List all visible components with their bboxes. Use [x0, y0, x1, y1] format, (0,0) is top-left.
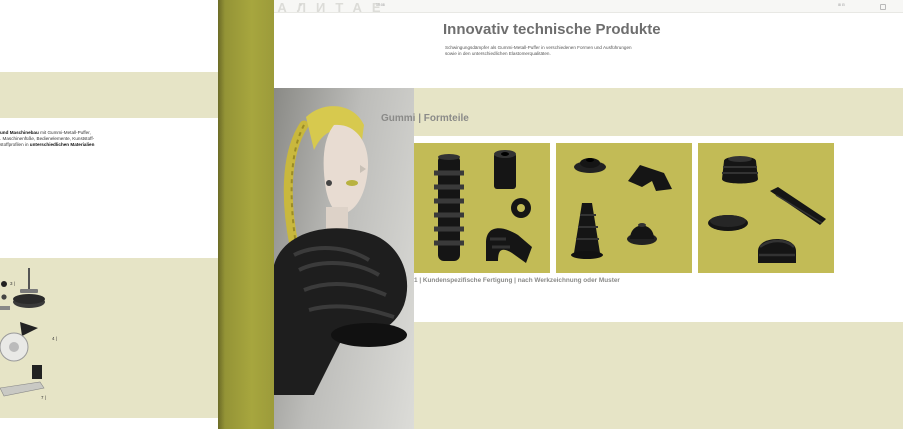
toolbar-left-marker[interactable]: ○: [300, 3, 302, 7]
ghost-watermark-text: ПАЛИТАЕ: [258, 0, 391, 15]
left-line-1-bold: und Maschinebau: [0, 130, 39, 135]
left-beige-band: [0, 72, 218, 118]
product-tile-2[interactable]: [556, 143, 692, 273]
product-tile-1[interactable]: [414, 143, 550, 273]
profile-part-icon: [770, 187, 826, 225]
product-tile-2-image: [571, 158, 672, 259]
toolbar-window-icons[interactable]: ⊞ ⊟: [838, 3, 845, 7]
model-portrait-image: [274, 106, 408, 395]
subtitle-line-2: sowie in den unterschiedlichen Elastomer…: [445, 51, 551, 56]
bolt-shape: [28, 268, 30, 290]
left-page: und Maschinebau mit Gummi-Metall-Puffer,…: [0, 0, 218, 429]
product-tile-1-image: [434, 150, 532, 263]
mount-part-icon: [574, 158, 606, 173]
boot-part-icon: [722, 156, 758, 184]
bushing-part-icon: [494, 150, 516, 189]
olive-side-strip: [218, 0, 274, 429]
product-tile-3[interactable]: [698, 143, 834, 273]
earring-shape: [326, 180, 332, 186]
bellows-part-icon: [758, 239, 796, 263]
callout-3: 3 |: [10, 281, 15, 286]
page-title: Innovativ technische Produkte: [443, 21, 661, 38]
product-tile-3-image: [708, 156, 826, 263]
browser-toolbar: ПАЛИТАЕ ○ 10:08 ⊞ ⊟: [218, 0, 903, 15]
lip-part-icon: [628, 165, 672, 191]
toolbar-time: 10:08: [376, 3, 385, 7]
bellows-part-icon: [434, 154, 464, 261]
callout-4: 4 |: [52, 336, 57, 341]
toolbar-tab-icon[interactable]: [880, 4, 886, 10]
page-fold-shadow: [218, 0, 225, 429]
product-caption: 1 | Kundenspezifische Fertigung | nach W…: [414, 277, 620, 284]
cone-part-icon: [571, 203, 603, 259]
cone-shape: [20, 322, 38, 336]
left-description: und Maschinebau mit Gummi-Metall-Puffer,…: [0, 130, 216, 148]
right-page: ПАЛИТАЕ ○ 10:08 ⊞ ⊟ Innovativ technische…: [218, 0, 903, 429]
left-line-3-text: stoffprofilen in: [0, 142, 30, 147]
left-line-3-bold: unterschiedlichen Materialien: [29, 142, 95, 147]
left-line-2-text: . Maschinenfüße, Bedienelemente, Kunstst…: [0, 136, 95, 141]
section-heading: Gummi | Formteile: [381, 113, 469, 124]
elbow-part-icon: [486, 228, 532, 263]
page-subtitle: Schwingungsdämpfer als Gummi-Metall-Puff…: [445, 45, 695, 57]
ring-part-icon: [511, 198, 531, 218]
callout-7: 7 |: [41, 395, 46, 400]
left-line-3: stoffprofilen in unterschiedlichen Mater…: [0, 142, 216, 148]
disc-part-icon: [708, 215, 748, 231]
foot-part-icon: [627, 223, 657, 245]
left-line-1-text: mit Gummi-Metall-Puffer,: [38, 130, 91, 135]
